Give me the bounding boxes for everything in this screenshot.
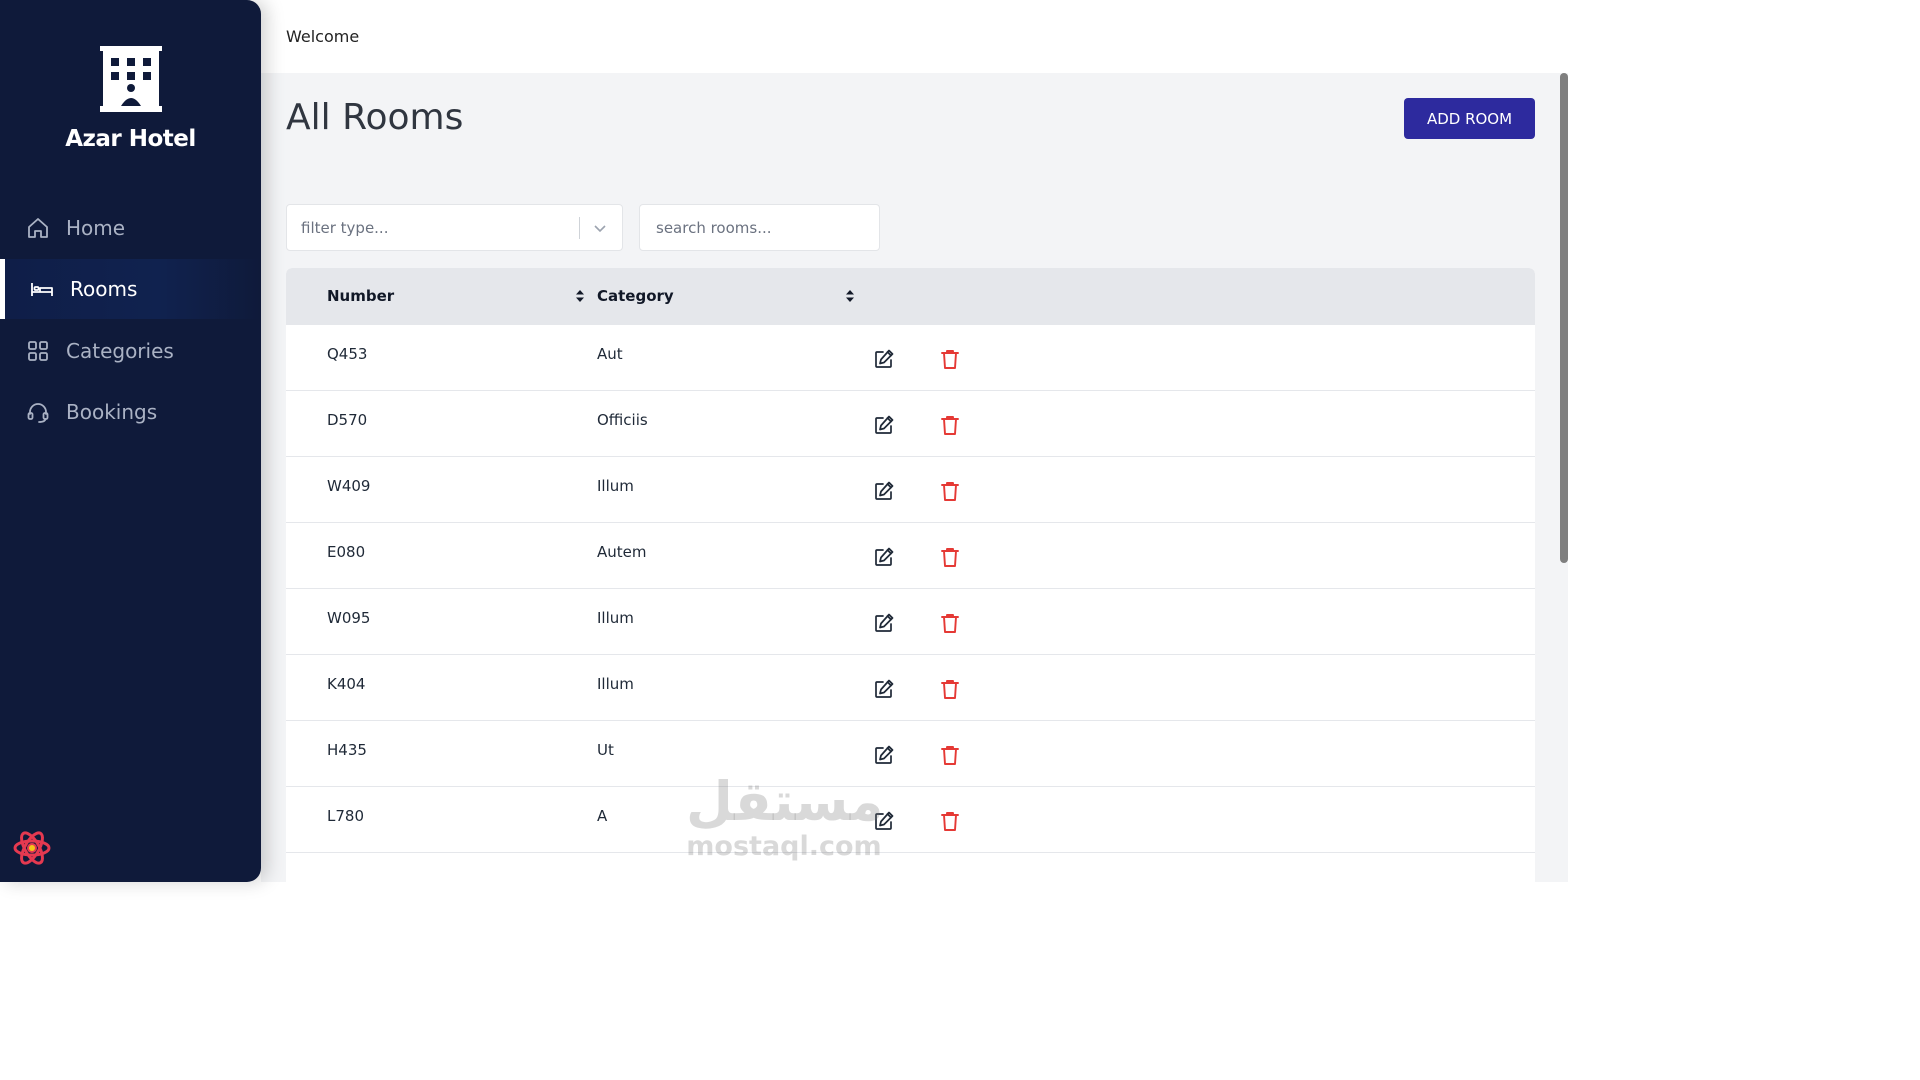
delete-icon[interactable] (939, 810, 961, 832)
add-room-button[interactable]: ADD ROOM (1404, 98, 1535, 139)
column-header-number[interactable]: Number (327, 287, 394, 305)
table-row: L780 A (286, 787, 1535, 853)
sidebar: Azar Hotel Home Rooms Categories Booking… (0, 0, 261, 882)
main-content: All Rooms ADD ROOM filter type... Number… (261, 73, 1568, 882)
room-number-cell: W095 (327, 609, 371, 627)
sidebar-item-label: Categories (66, 338, 174, 363)
brand-name: Azar Hotel (65, 126, 196, 152)
room-category-cell: Ut (597, 741, 614, 759)
edit-icon[interactable] (873, 744, 895, 766)
delete-icon[interactable] (939, 546, 961, 568)
search-input[interactable] (639, 204, 880, 251)
brand-logo[interactable]: Azar Hotel (0, 46, 261, 152)
scrollbar[interactable] (1560, 73, 1568, 563)
room-number-cell: E080 (327, 543, 366, 561)
room-category-cell: A (597, 807, 608, 825)
watermark-arabic: مستقل (686, 770, 884, 833)
room-category-cell: Autem (597, 543, 647, 561)
delete-icon[interactable] (939, 612, 961, 634)
table-row: H435 Ut (286, 721, 1535, 787)
edit-icon[interactable] (873, 480, 895, 502)
room-number-cell: L780 (327, 807, 364, 825)
sort-icon[interactable] (845, 289, 855, 303)
home-icon (26, 216, 50, 240)
room-number-cell: K404 (327, 675, 366, 693)
top-bar: Welcome (261, 0, 1568, 73)
welcome-text: Welcome (286, 27, 360, 46)
sidebar-item-rooms[interactable]: Rooms (0, 259, 261, 320)
react-logo-icon[interactable] (12, 828, 52, 868)
delete-icon[interactable] (939, 744, 961, 766)
watermark-latin: mostaql.com (686, 831, 882, 862)
table-row: W409 Illum (286, 457, 1535, 523)
column-header-category[interactable]: Category (597, 287, 674, 305)
table-row: Q453 Aut (286, 325, 1535, 391)
delete-icon[interactable] (939, 348, 961, 370)
bed-icon (30, 277, 54, 301)
headset-icon (26, 400, 50, 424)
table-row: D570 Officiis (286, 391, 1535, 457)
table-row: W095 Illum (286, 589, 1535, 655)
edit-icon[interactable] (873, 678, 895, 700)
room-category-cell: Officiis (597, 411, 648, 429)
filter-placeholder: filter type... (301, 219, 389, 237)
filter-type-select[interactable]: filter type... (286, 204, 623, 251)
room-category-cell: Illum (597, 477, 634, 495)
sidebar-item-label: Rooms (70, 277, 138, 302)
sidebar-item-home[interactable]: Home (0, 198, 261, 258)
edit-icon[interactable] (873, 348, 895, 370)
edit-icon[interactable] (873, 414, 895, 436)
sidebar-item-categories[interactable]: Categories (0, 321, 261, 381)
hotel-building-icon (99, 46, 162, 112)
sidebar-item-label: Bookings (66, 399, 158, 424)
room-number-cell: Q453 (327, 345, 368, 363)
room-category-cell: Aut (597, 345, 623, 363)
page-title: All Rooms (286, 97, 464, 138)
room-category-cell: Illum (597, 609, 634, 627)
grid-icon (26, 339, 50, 363)
watermark: مستقل mostaql.com (686, 770, 884, 862)
edit-icon[interactable] (873, 546, 895, 568)
sort-icon[interactable] (575, 289, 585, 303)
sidebar-item-label: Home (66, 216, 126, 240)
select-divider (579, 217, 580, 239)
delete-icon[interactable] (939, 480, 961, 502)
room-category-cell: Illum (597, 675, 634, 693)
room-number-cell: W409 (327, 477, 371, 495)
room-number-cell: H435 (327, 741, 367, 759)
delete-icon[interactable] (939, 414, 961, 436)
table-body: Q453 Aut D570 Officiis W409 Illum E080 Autem W09… (286, 325, 1535, 853)
edit-icon[interactable] (873, 612, 895, 634)
sidebar-nav: Home Rooms Categories Bookings (0, 198, 261, 443)
table-row: E080 Autem (286, 523, 1535, 589)
table-row: K404 Illum (286, 655, 1535, 721)
delete-icon[interactable] (939, 678, 961, 700)
chevron-down-icon[interactable] (591, 219, 609, 237)
table-header: Number Category (286, 268, 1535, 325)
room-number-cell: D570 (327, 411, 368, 429)
sidebar-item-bookings[interactable]: Bookings (0, 382, 261, 442)
rooms-table: Number Category Q453 Aut D570 Officiis W409 I… (286, 268, 1535, 882)
